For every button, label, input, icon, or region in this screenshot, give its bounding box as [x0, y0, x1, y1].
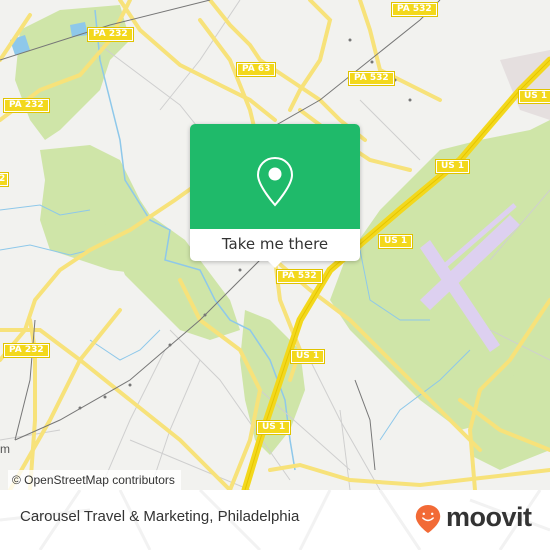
route-shield-pa232: PA 232 [3, 98, 50, 113]
place-label-partial: m [0, 442, 10, 456]
moovit-pin-icon [415, 504, 441, 534]
map[interactable]: PA 232 PA 232 2 PA 232 PA 63 PA 532 PA 5… [0, 0, 550, 490]
route-shield-us1: US 1 [255, 420, 292, 435]
location-popup: Take me there [190, 124, 360, 268]
popup-tail [267, 260, 283, 268]
route-shield-pa532: PA 532 [276, 269, 323, 284]
route-shield-pa232: PA 232 [3, 343, 50, 358]
route-shield-pa232: 2 [0, 172, 10, 187]
route-shield-pa63: PA 63 [235, 62, 277, 77]
route-shield-us1: US 1 [517, 89, 550, 104]
route-shield-us1: US 1 [289, 349, 326, 364]
place-title: Carousel Travel & Marketing, Philadelphi… [20, 508, 300, 525]
route-shield-pa532: PA 532 [348, 71, 395, 86]
map-attribution[interactable]: © OpenStreetMap contributors [8, 470, 181, 490]
location-pin-icon [256, 156, 294, 207]
route-shield-us1: US 1 [377, 234, 414, 249]
route-shield-us1: US 1 [434, 159, 471, 174]
route-shield-pa532: PA 532 [391, 2, 438, 17]
take-me-there-button[interactable]: Take me there [190, 229, 360, 261]
route-shield-pa232: PA 232 [87, 27, 134, 42]
popup-header [190, 124, 360, 229]
moovit-logo-text: moovit [446, 502, 532, 532]
